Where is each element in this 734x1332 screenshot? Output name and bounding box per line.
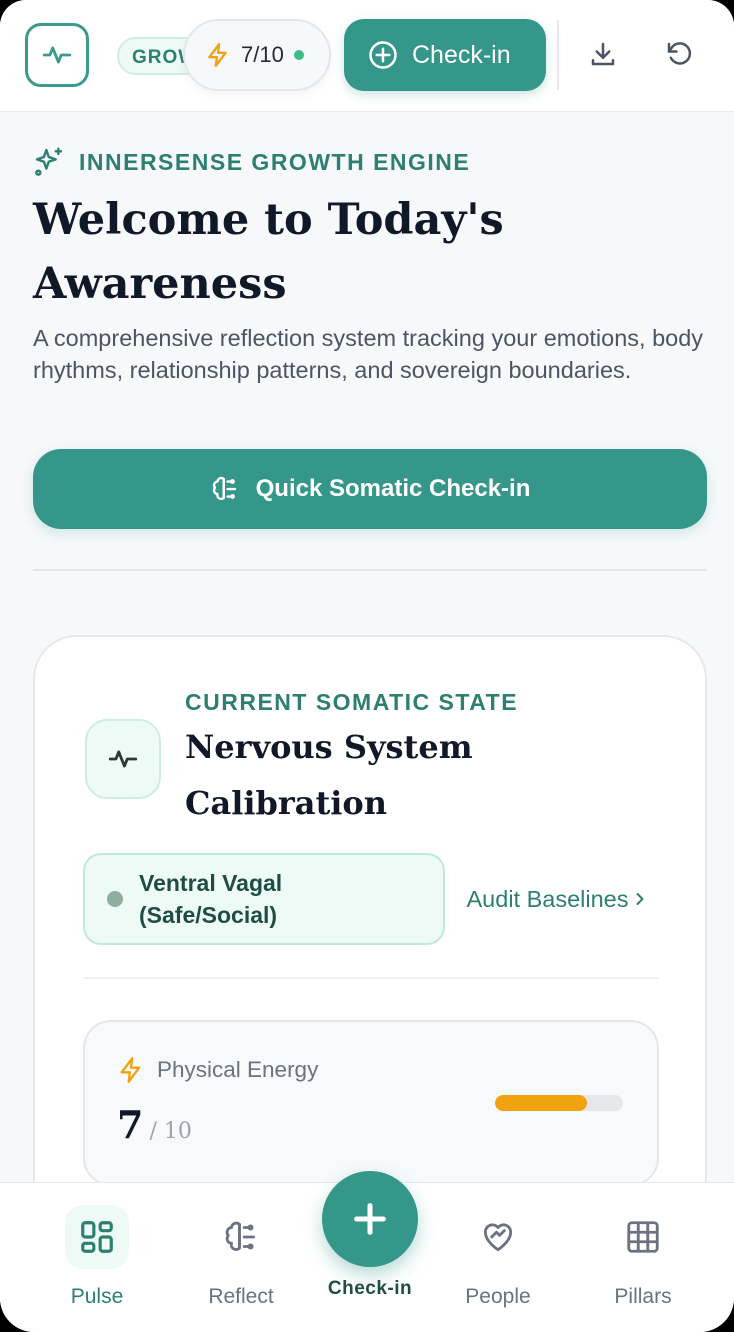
energy-value: 7/ 10	[117, 1102, 192, 1147]
hero-eyebrow-label: INNERSENSE GROWTH ENGINE	[79, 148, 471, 175]
nav-item-pulse[interactable]: Pulse	[32, 1205, 162, 1309]
lightning-icon	[208, 42, 227, 68]
app-screen: GROWTH 7/10 Check-in INNERSENSE GROWTH E…	[0, 0, 734, 1332]
nav-item-reflect[interactable]: Reflect	[176, 1205, 306, 1309]
nav-pillars-icon-wrap	[611, 1205, 675, 1269]
energy-score-value: 7/10	[241, 42, 284, 67]
checkin-fab-label: Check-in	[327, 1278, 413, 1299]
energy-label-row: Physical Energy	[117, 1056, 318, 1084]
nervous-state-badge[interactable]: Ventral Vagal (Safe/Social)	[83, 853, 445, 945]
top-header: GROWTH 7/10 Check-in	[0, 0, 734, 112]
download-icon	[591, 42, 615, 66]
status-dot	[293, 50, 304, 60]
heart-handshake-icon	[483, 1223, 513, 1252]
card-eyebrow: CURRENT SOMATIC STATE	[185, 689, 519, 715]
checkin-button-label: Check-in	[412, 40, 511, 69]
pulse-icon	[42, 46, 72, 64]
card-title: Nervous System Calibration	[185, 728, 473, 822]
energy-score: 7	[117, 1102, 144, 1147]
energy-score-pill[interactable]: 7/10	[183, 19, 331, 91]
download-button[interactable]	[585, 36, 621, 72]
grid-icon	[81, 1221, 113, 1253]
nav-pulse-icon-wrap	[65, 1205, 129, 1269]
checkin-fab-button[interactable]	[322, 1171, 418, 1267]
energy-progress-fill	[495, 1095, 588, 1111]
energy-max: / 10	[149, 1119, 192, 1144]
nav-item-label: Pulse	[70, 1285, 124, 1308]
section-divider	[33, 569, 707, 571]
quick-somatic-checkin-button[interactable]: Quick Somatic Check-in	[33, 449, 707, 529]
nav-item-pillars[interactable]: Pillars	[578, 1205, 708, 1309]
plus-icon	[354, 1203, 386, 1235]
quick-somatic-checkin-label: Quick Somatic Check-in	[255, 475, 531, 502]
page-title: Welcome to Today's Awareness	[33, 195, 504, 309]
refresh-button[interactable]	[661, 36, 697, 72]
state-dot	[107, 891, 123, 907]
pulse-icon	[108, 750, 138, 768]
energy-label: Physical Energy	[157, 1057, 319, 1082]
hero-eyebrow: INNERSENSE GROWTH ENGINE	[33, 144, 470, 180]
refresh-icon	[667, 42, 692, 65]
hero-description: A comprehensive reflection system tracki…	[33, 325, 704, 383]
audit-baselines-link[interactable]: Audit Baselines	[465, 869, 665, 929]
nav-people-icon-wrap	[466, 1205, 530, 1269]
nervous-state-label: Ventral Vagal (Safe/Social)	[139, 870, 283, 928]
card-divider	[83, 977, 659, 979]
energy-progress-bar	[495, 1095, 623, 1111]
chevron-right-icon	[636, 893, 644, 905]
audit-baselines-label: Audit Baselines	[466, 886, 629, 912]
pulse-logo-button[interactable]	[25, 23, 89, 87]
nav-item-label: Reflect	[208, 1285, 274, 1308]
brain-icon	[212, 476, 236, 501]
card-pulse-badge	[85, 719, 161, 799]
plus-circle-icon	[369, 41, 397, 69]
sparkles-icon	[35, 147, 63, 176]
lightning-icon	[120, 1057, 141, 1083]
checkin-button[interactable]: Check-in	[344, 19, 546, 91]
table-icon	[627, 1221, 659, 1253]
brain-icon	[225, 1221, 256, 1251]
physical-energy-card: Physical Energy 7/ 10	[83, 1020, 659, 1186]
nav-item-people[interactable]: People	[433, 1205, 563, 1309]
header-divider	[557, 20, 559, 90]
nav-item-label: People	[465, 1285, 531, 1308]
nav-reflect-icon-wrap	[209, 1205, 273, 1269]
nav-item-label: Pillars	[614, 1285, 672, 1308]
